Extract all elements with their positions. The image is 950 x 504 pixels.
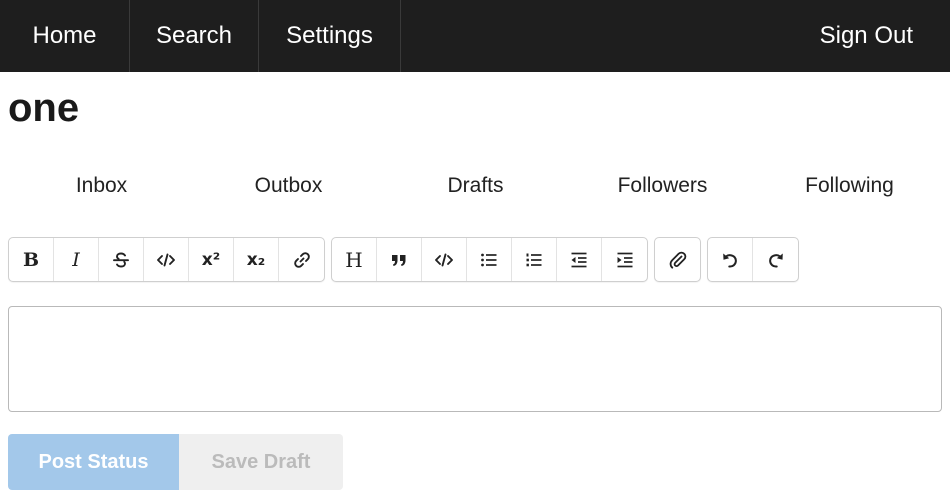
subscript-button[interactable]: x₂ <box>234 238 279 281</box>
outdent-icon <box>571 252 587 267</box>
code-block-button[interactable] <box>422 238 467 281</box>
link-icon <box>293 251 310 268</box>
code-icon <box>157 253 175 266</box>
italic-button[interactable]: I <box>54 238 99 281</box>
bold-button[interactable]: B <box>9 238 54 281</box>
tab-followers[interactable]: Followers <box>569 170 756 202</box>
bullet-list-icon <box>481 253 497 266</box>
indent-button[interactable] <box>602 238 647 281</box>
tab-drafts[interactable]: Drafts <box>382 170 569 202</box>
code-button[interactable] <box>144 238 189 281</box>
attachment-icon <box>669 251 686 269</box>
link-button[interactable] <box>279 238 324 281</box>
status-editor[interactable] <box>8 306 942 412</box>
strikethrough-icon <box>113 252 129 267</box>
redo-button[interactable] <box>753 238 798 281</box>
nav-search-link[interactable]: Search <box>130 0 259 72</box>
bullet-list-button[interactable] <box>467 238 512 281</box>
strikethrough-button[interactable] <box>99 238 144 281</box>
attachment-button[interactable] <box>655 238 700 281</box>
bold-icon: B <box>22 248 40 271</box>
superscript-icon: x² <box>201 249 221 270</box>
heading-icon: H <box>345 247 363 272</box>
tab-inbox[interactable]: Inbox <box>8 170 195 202</box>
indent-icon <box>617 252 632 267</box>
post-status-button[interactable]: Post Status <box>8 434 179 490</box>
quote-button[interactable] <box>377 238 422 281</box>
top-navigation: Home Search Settings Sign Out <box>0 0 950 72</box>
superscript-button[interactable]: x² <box>189 238 234 281</box>
heading-button[interactable]: H <box>332 238 377 281</box>
italic-icon: I <box>72 248 80 271</box>
undo-button[interactable] <box>708 238 753 281</box>
redo-icon <box>768 253 783 268</box>
outdent-button[interactable] <box>557 238 602 281</box>
mailbox-tabs: Inbox Outbox Drafts Followers Following <box>8 170 943 202</box>
block-format-group: H <box>331 237 648 282</box>
tab-outbox[interactable]: Outbox <box>195 170 382 202</box>
numbered-list-icon <box>526 253 542 266</box>
quote-icon <box>392 254 406 266</box>
save-draft-button[interactable]: Save Draft <box>179 434 343 490</box>
attachment-group <box>654 237 701 282</box>
inline-format-group: B I x² x₂ <box>8 237 325 282</box>
history-group <box>707 237 799 282</box>
nav-home-link[interactable]: Home <box>0 0 130 72</box>
tab-following[interactable]: Following <box>756 170 943 202</box>
nav-settings-link[interactable]: Settings <box>259 0 401 72</box>
page-title: one <box>8 86 80 130</box>
code-block-icon <box>435 253 453 266</box>
undo-icon <box>723 253 737 268</box>
subscript-icon: x₂ <box>246 249 266 270</box>
nav-sign-out-link[interactable]: Sign Out <box>800 0 950 72</box>
numbered-list-button[interactable] <box>512 238 557 281</box>
